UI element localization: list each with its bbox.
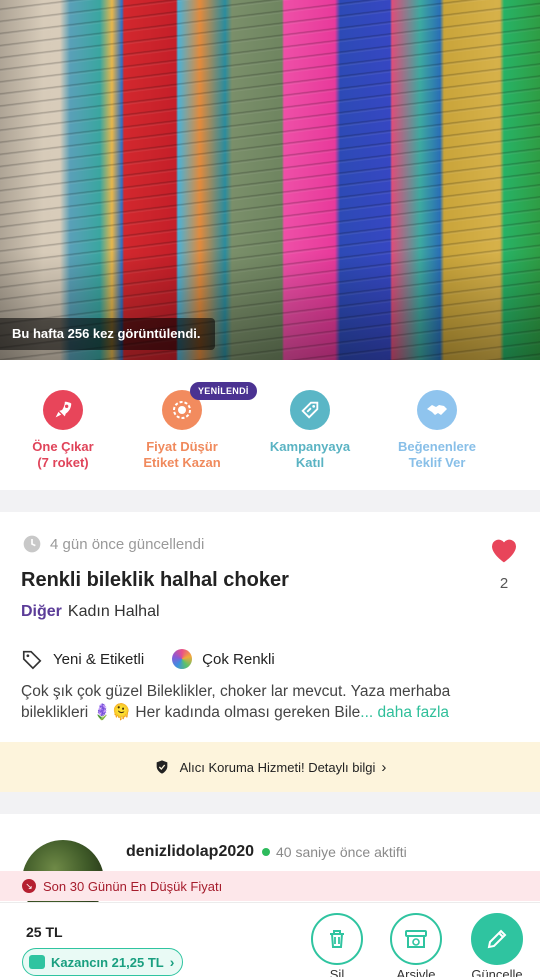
listing-page: Bu hafta 256 kez görüntülendi. Öne Çıkar… (0, 0, 540, 977)
renewed-badge: YENİLENDİ (190, 382, 257, 400)
update-circle (471, 913, 523, 965)
promote-label-2: (7 roket) (37, 455, 89, 470)
chevron-right-icon: › (381, 758, 387, 776)
shield-icon (156, 760, 167, 774)
offer-to-likers-action[interactable]: Beğenenlere Teklif Ver (377, 390, 497, 471)
buyer-protection-banner[interactable]: Alıcı Koruma Hizmeti! Detaylı bilgi › (0, 742, 540, 792)
description-line-1: Çok şık çok güzel Bileklikler, choker la… (21, 683, 451, 700)
delete-circle (311, 913, 363, 965)
rocket-icon (43, 390, 83, 430)
campaign-label-1: Kampanyaya (269, 439, 351, 454)
seller-activity: 40 saniye önce aktifti (276, 844, 407, 860)
delete-button[interactable]: Sil (302, 913, 372, 977)
category-breadcrumb: Diğer Kadın Halhal (21, 603, 160, 621)
archive-icon (405, 930, 427, 948)
campaign-label-2: Katıl (295, 455, 325, 470)
multicolor-icon (172, 649, 193, 669)
lowest-price-text: Son 30 Günün En Düşük Fiyatı (43, 878, 223, 894)
earnings-button[interactable]: Kazancın 21,25 TL › (22, 948, 184, 976)
update-button[interactable]: Güncelle (462, 913, 532, 977)
archive-circle (390, 913, 442, 965)
listing-price: 25 TL (26, 924, 63, 940)
description-line-2: bileklikleri 🪻🫠 Her kadında olması gerek… (21, 704, 361, 721)
archive-button[interactable]: Arşivle (381, 913, 451, 977)
wallet-icon (29, 955, 45, 969)
price-down-icon: ↘ (22, 879, 36, 893)
campaign-tag-icon (290, 390, 330, 430)
product-details-card: 4 gün önce güncellendi 2 Renkli bileklik… (0, 512, 540, 742)
offer-label-2: Teklif Ver (408, 455, 466, 470)
offer-label-1: Beğenenlere (397, 439, 477, 454)
handshake-icon (417, 390, 457, 430)
seller-name[interactable]: denizlidolap2020 (126, 843, 254, 861)
heart-icon (492, 539, 516, 563)
promote-label-1: Öne Çıkar (32, 439, 94, 454)
promote-action[interactable]: Öne Çıkar (7 roket) (3, 390, 123, 471)
weekly-views-badge: Bu hafta 256 kez görüntülendi. (0, 318, 215, 350)
color-text: Çok Renkli (202, 650, 275, 668)
delete-label: Sil (329, 967, 345, 977)
price-drop-action[interactable]: Fiyat Düşür Etiket Kazan (122, 390, 242, 471)
clock-icon (23, 535, 41, 553)
chevron-right-icon: › (169, 954, 175, 970)
like-button[interactable]: 2 (488, 534, 520, 592)
tag-icon (22, 650, 42, 670)
product-attributes: Yeni & Etiketli Çok Renkli (21, 648, 303, 670)
bottom-action-bar: 25 TL Kazancın 21,25 TL › Sil Arşivle Gü… (0, 902, 540, 977)
update-label: Güncelle (471, 967, 523, 977)
photo-shade (0, 0, 540, 360)
buyer-protection-text: Alıcı Koruma Hizmeti! Detaylı bilgi (179, 759, 376, 775)
category-sub[interactable]: Kadın Halhal (68, 603, 160, 620)
price-drop-label-2: Etiket Kazan (143, 455, 221, 470)
price-drop-label-1: Fiyat Düşür (146, 439, 218, 454)
read-more-link[interactable]: ... daha fazla (360, 704, 449, 721)
pencil-icon (487, 929, 507, 949)
product-photo[interactable]: Bu hafta 256 kez görüntülendi. (0, 0, 540, 360)
trash-icon (330, 930, 344, 948)
earnings-text: Kazancın 21,25 TL (51, 954, 164, 970)
category-main[interactable]: Diğer (21, 603, 62, 620)
updated-text: 4 gün önce güncellendi (50, 535, 205, 553)
online-status-icon (262, 848, 270, 856)
product-title: Renkli bileklik halhal choker (21, 569, 289, 591)
like-count: 2 (499, 575, 509, 592)
campaign-action[interactable]: Kampanyaya Katıl (250, 390, 370, 471)
lowest-price-banner: ↘ Son 30 Günün En Düşük Fiyatı (0, 871, 540, 901)
archive-label: Arşivle (396, 967, 436, 977)
condition-attribute: Yeni & Etiketli (21, 648, 144, 670)
color-attribute: Çok Renkli (172, 649, 275, 669)
condition-text: Yeni & Etiketli (53, 650, 145, 668)
product-description: Çok şık çok güzel Bileklikler, choker la… (21, 681, 521, 723)
updated-info: 4 gün önce güncellendi (22, 534, 204, 554)
seller-actions-row: Öne Çıkar (7 roket) Fiyat Düşür Etiket Kaz… (0, 360, 540, 490)
